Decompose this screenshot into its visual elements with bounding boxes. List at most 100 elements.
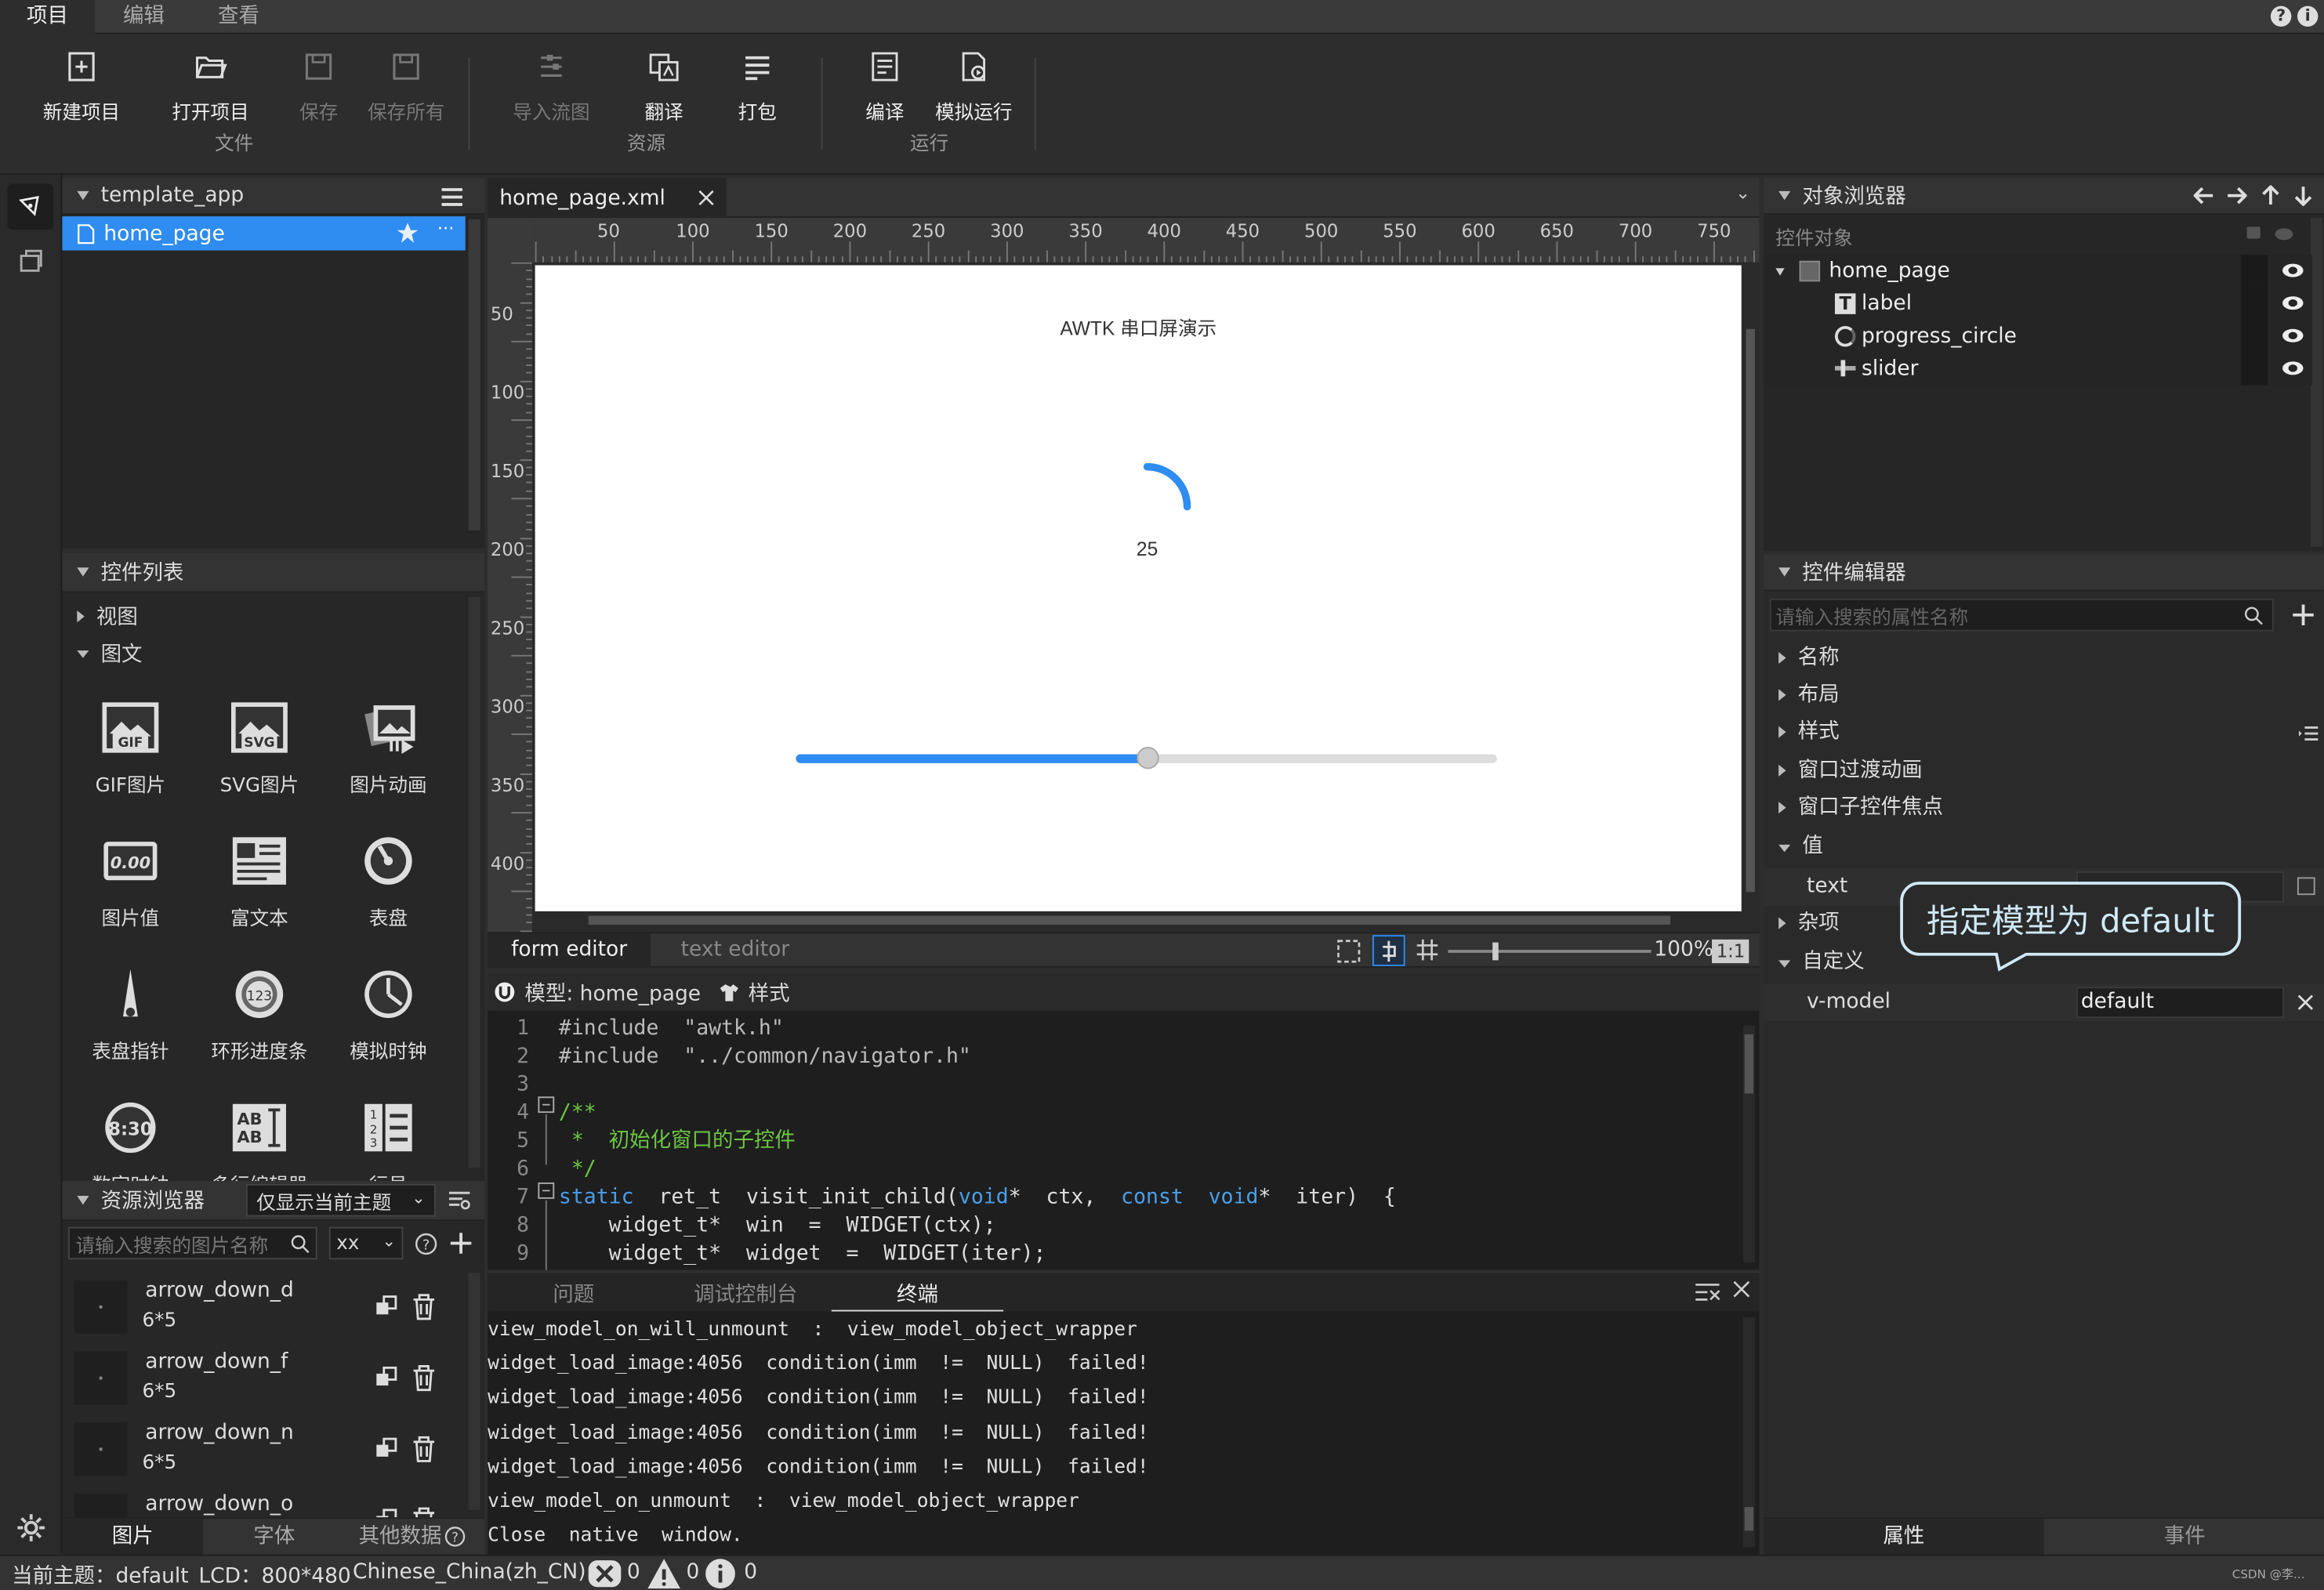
replace-icon[interactable] — [375, 1509, 398, 1518]
pack-button[interactable]: 打包 — [713, 49, 802, 125]
prop-vmodel-input[interactable]: default — [2076, 987, 2284, 1019]
tab-properties[interactable]: 属性 — [1764, 1519, 2044, 1556]
add-icon[interactable] — [449, 1231, 473, 1255]
collapse-arrow-icon[interactable] — [77, 567, 89, 577]
help-circle-icon[interactable]: ? — [415, 1233, 437, 1255]
resource-item[interactable]: arrow_down_d 6*5 — [62, 1271, 465, 1342]
theme-filter-select[interactable]: 仅显示当前主题 ⌄ — [245, 1183, 436, 1217]
lock-toggle[interactable] — [2241, 255, 2268, 288]
new-project-button[interactable]: 新建项目 — [37, 49, 125, 125]
code-line[interactable]: 6 */ — [488, 1156, 1732, 1184]
collapse-arrow-icon[interactable] — [77, 1196, 89, 1205]
arrow-down-icon[interactable] — [2294, 185, 2312, 206]
warning-icon[interactable] — [646, 1557, 681, 1590]
tab-other-data[interactable]: 其他数据 — [346, 1519, 455, 1556]
resource-item[interactable]: arrow_down_n 6*5 — [62, 1414, 465, 1485]
style-list-icon[interactable] — [2298, 726, 2319, 741]
collapse-arrow-icon[interactable] — [1775, 268, 1785, 276]
arrow-left-icon[interactable] — [2193, 187, 2214, 205]
save-button[interactable]: 保存 — [274, 49, 363, 125]
tab-images[interactable]: 图片 — [62, 1519, 204, 1556]
arrow-up-icon[interactable] — [2262, 185, 2280, 205]
replace-icon[interactable] — [375, 1295, 398, 1319]
tab-fonts[interactable]: 字体 — [205, 1519, 344, 1556]
prop-group-layout[interactable]: 布局 — [1764, 677, 2324, 714]
menu-tab-view[interactable]: 查看 — [193, 0, 285, 34]
widget-image-animation[interactable]: 图片动画 — [323, 701, 453, 797]
code-line[interactable]: 9 widget_t* widget = WIDGET(iter); — [488, 1240, 1732, 1269]
trash-icon[interactable] — [412, 1436, 436, 1462]
eye-icon[interactable] — [2282, 328, 2304, 342]
close-icon[interactable] — [2297, 994, 2314, 1011]
design-window[interactable]: AWTK 串口屏演示 25 — [535, 265, 1742, 911]
widget-gauge[interactable]: 表盘 — [323, 835, 453, 931]
code-line[interactable]: 2 #include "../common/navigator.h" — [488, 1043, 1732, 1071]
resource-item[interactable]: arrow_down_o — [62, 1485, 465, 1518]
scrollbar[interactable] — [468, 1273, 480, 1510]
eye-icon[interactable] — [2282, 296, 2304, 310]
form-editor-tab[interactable]: form editor — [488, 933, 651, 968]
tab-debug-console[interactable]: 调试控制台 — [680, 1279, 810, 1309]
canvas-progress-circle[interactable]: 25 — [1066, 426, 1229, 589]
settings-gear-icon[interactable] — [15, 1512, 48, 1545]
image-search-input[interactable]: 请输入搜索的图片名称 — [67, 1226, 317, 1260]
info-icon[interactable]: i — [2297, 5, 2319, 27]
object-tree-home-page[interactable]: home_page — [1764, 255, 2312, 288]
lock-toggle[interactable] — [2241, 320, 2268, 353]
size-select[interactable]: xx ⌄ — [328, 1226, 404, 1260]
slider-knob[interactable] — [1136, 747, 1158, 770]
resource-item[interactable]: arrow_down_f 6*5 — [62, 1342, 465, 1414]
design-view-button[interactable] — [7, 183, 54, 230]
prop-group-window-animation[interactable]: 窗口过渡动画 — [1764, 753, 2324, 790]
close-icon[interactable] — [1733, 1280, 1751, 1298]
code-line[interactable]: 5 * 初始化窗口的子控件 — [488, 1128, 1732, 1156]
more-icon[interactable]: ··· — [437, 218, 455, 238]
trash-icon[interactable] — [412, 1365, 436, 1392]
object-tree-progress-circle[interactable]: progress_circle — [1764, 320, 2312, 353]
translate-button[interactable]: 翻译 — [619, 49, 708, 125]
widget-analog-clock[interactable]: 模拟时钟 — [323, 968, 453, 1064]
lock-toggle[interactable] — [2241, 353, 2268, 386]
widget-gauge-pointer[interactable]: 表盘指针 — [65, 968, 195, 1064]
filter-list-icon[interactable] — [448, 1189, 471, 1212]
tree-item-home-page[interactable]: home_page ··· — [62, 216, 466, 251]
scrollbar[interactable] — [468, 597, 480, 1168]
trash-icon[interactable] — [412, 1507, 436, 1518]
tab-home-page-xml[interactable]: home_page.xml — [488, 177, 727, 218]
align-button[interactable] — [1372, 935, 1405, 966]
chevron-down-icon[interactable]: ⌄ — [1735, 183, 1750, 203]
tab-events[interactable]: 事件 — [2045, 1519, 2323, 1556]
grid-icon[interactable] — [1416, 938, 1439, 962]
lock-icon[interactable] — [2246, 226, 2261, 239]
search-icon[interactable] — [2244, 606, 2264, 625]
prop-group-style[interactable]: 样式 — [1764, 714, 2324, 751]
code-line[interactable]: 3 — [488, 1071, 1732, 1099]
code-line[interactable]: 1 #include "awtk.h" — [488, 1015, 1732, 1043]
eye-icon[interactable] — [2282, 361, 2304, 375]
zoom-slider-knob[interactable] — [1492, 942, 1499, 961]
save-all-button[interactable]: 保存所有 — [361, 49, 450, 125]
vertical-scrollbar[interactable] — [1741, 262, 1760, 933]
open-project-button[interactable]: 打开项目 — [166, 49, 255, 125]
prop-group-name[interactable]: 名称 — [1764, 640, 2324, 677]
import-flow-button[interactable]: 导入流图 — [507, 49, 596, 125]
style-label[interactable]: 样式 — [749, 977, 790, 1007]
hamburger-menu-icon[interactable] — [441, 187, 464, 207]
menu-tab-project[interactable]: 项目 — [0, 0, 96, 34]
code-editor[interactable]: 1 #include "awtk.h" 2 #include "../common/n… — [488, 1010, 1760, 1270]
code-line[interactable]: 4 /** — [488, 1099, 1732, 1128]
replace-icon[interactable] — [375, 1437, 398, 1461]
widget-gif-image[interactable]: GIF GIF图片 — [65, 701, 195, 797]
tab-problems[interactable]: 问题 — [532, 1279, 615, 1309]
canvas-slider[interactable] — [796, 747, 1497, 770]
tab-terminal[interactable]: 终端 — [831, 1279, 1004, 1312]
select-rect-icon[interactable] — [1336, 938, 1362, 965]
search-icon[interactable] — [291, 1234, 310, 1254]
zoom-reset-button[interactable]: 1:1 — [1712, 939, 1749, 964]
horizontal-scrollbar[interactable] — [535, 911, 1742, 929]
collapse-arrow-icon[interactable] — [77, 190, 89, 201]
compile-button[interactable]: 编译 — [840, 49, 929, 125]
fold-icon[interactable] — [538, 1182, 555, 1199]
edit-text-icon[interactable] — [2297, 877, 2315, 896]
code-line[interactable]: 7 static ret_t visit_init_child(void* ctx… — [488, 1184, 1732, 1212]
